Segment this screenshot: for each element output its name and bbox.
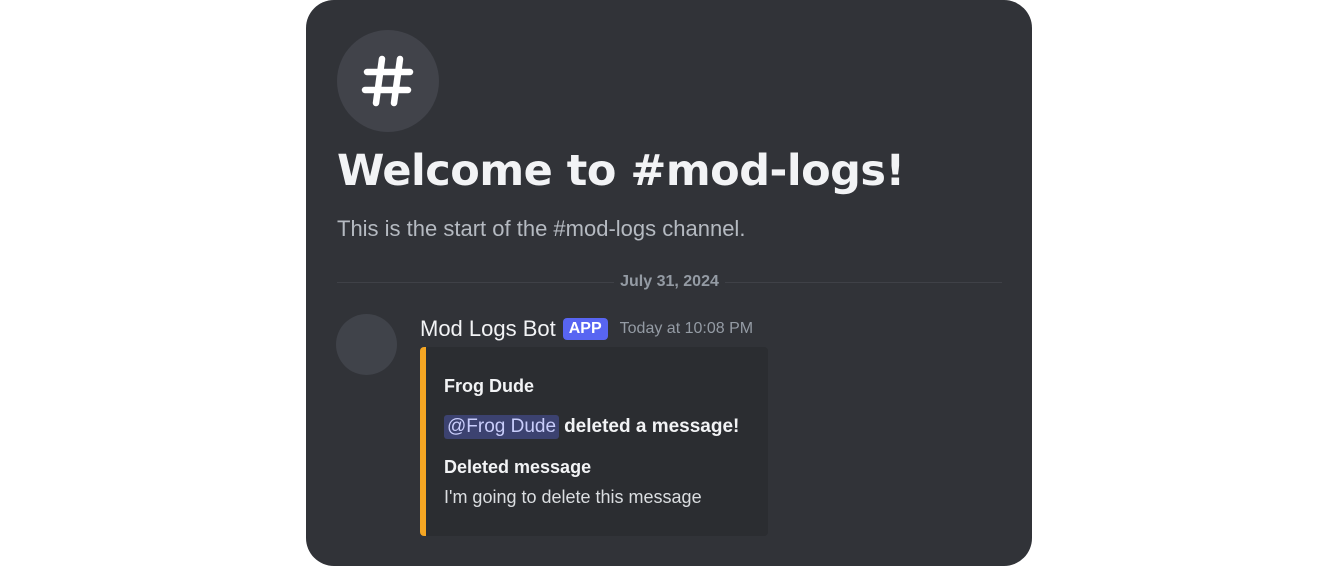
welcome-title: Welcome to #mod-logs!	[337, 146, 905, 196]
channel-start-text: This is the start of the #mod-logs chann…	[337, 216, 746, 241]
channel-icon-circle	[337, 30, 439, 132]
embed-author: Frog Dude	[444, 376, 534, 396]
embed-field-value: I'm going to delete this message	[444, 487, 702, 507]
app-badge: APP	[562, 318, 608, 340]
embed-description: @Frog Dude deleted a message!	[444, 415, 739, 439]
message-timestamp[interactable]: Today at 10:08 PM	[620, 320, 753, 338]
divider-date: July 31, 2024	[620, 273, 719, 290]
divider-line-right	[724, 281, 1002, 283]
embed-field-name: Deleted message	[444, 457, 592, 477]
user-mention[interactable]: @Frog Dude	[444, 415, 560, 439]
hashtag-icon	[361, 55, 414, 107]
message-embed: Frog Dude @Frog Dude deleted a message! …	[420, 347, 768, 536]
message-header: Mod Logs Bot APP Today at 10:08 PM	[420, 314, 753, 344]
avatar[interactable]	[336, 314, 397, 375]
embed-action-text: deleted a message!	[564, 416, 740, 437]
divider-line-left	[337, 281, 615, 283]
channel-panel: Welcome to #mod-logs! This is the start …	[306, 0, 1032, 566]
message-author[interactable]: Mod Logs Bot	[420, 316, 556, 342]
date-divider: July 31, 2024	[337, 270, 1002, 294]
